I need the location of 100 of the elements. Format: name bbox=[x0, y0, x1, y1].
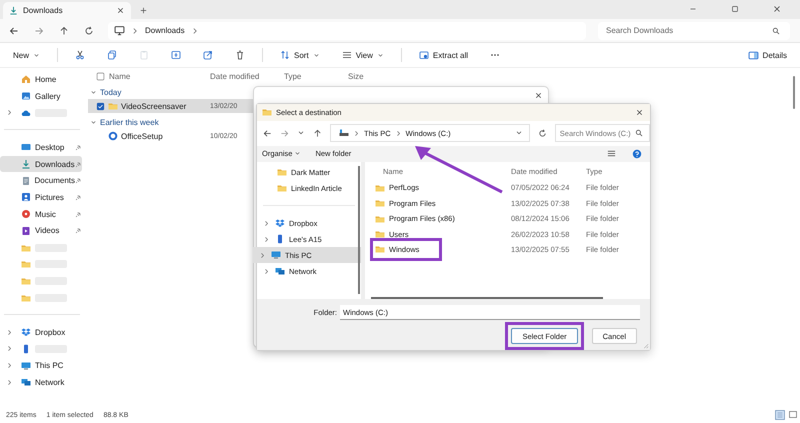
search-icon bbox=[635, 129, 643, 138]
sidebar-item[interactable]: Dropbox bbox=[0, 324, 82, 341]
zip-folder-icon bbox=[418, 50, 429, 60]
chevron-icon[interactable] bbox=[6, 109, 13, 116]
sidebar-item[interactable]: Pictures bbox=[0, 189, 82, 206]
up-arrow-icon[interactable] bbox=[59, 26, 69, 36]
chevron-icon[interactable] bbox=[6, 362, 13, 370]
up-arrow-icon[interactable] bbox=[313, 128, 322, 138]
close-icon[interactable] bbox=[116, 6, 125, 15]
scrollbar-thumb[interactable] bbox=[371, 297, 603, 300]
column-header[interactable]: Type bbox=[284, 72, 302, 80]
pin-icon bbox=[75, 194, 82, 201]
box-icon bbox=[275, 218, 285, 228]
chevron-icon bbox=[190, 26, 199, 34]
column-header[interactable]: Name bbox=[109, 72, 130, 80]
sidebar-item[interactable]: Documents bbox=[0, 172, 82, 190]
dropdown-caret-icon[interactable] bbox=[90, 118, 97, 126]
folder-icon bbox=[375, 198, 385, 208]
sidebar-item[interactable]: Desktop bbox=[0, 139, 82, 156]
network-icon bbox=[275, 266, 285, 276]
sort-icon bbox=[280, 50, 290, 60]
forward-arrow-icon[interactable] bbox=[280, 128, 289, 138]
image-icon bbox=[21, 192, 31, 202]
desktop-icon bbox=[21, 142, 31, 152]
music-icon bbox=[21, 209, 31, 220]
video-icon bbox=[21, 226, 31, 236]
computer-icon bbox=[271, 250, 281, 260]
help-icon[interactable] bbox=[632, 148, 642, 159]
pin-icon bbox=[75, 144, 82, 151]
sidebar-item[interactable]: Music bbox=[0, 206, 82, 222]
chevron-icon[interactable] bbox=[263, 220, 270, 227]
scissors-icon[interactable] bbox=[75, 50, 86, 60]
checkbox-icon[interactable] bbox=[96, 72, 105, 80]
column-header[interactable]: Date modified bbox=[210, 72, 260, 80]
download-icon bbox=[21, 159, 31, 170]
folder-icon bbox=[21, 276, 31, 286]
plus-icon[interactable] bbox=[139, 6, 148, 15]
chevron-icon[interactable] bbox=[259, 252, 266, 259]
chevron-icon[interactable] bbox=[263, 236, 270, 243]
back-arrow-icon[interactable] bbox=[263, 128, 272, 138]
maximize-icon[interactable] bbox=[730, 4, 740, 14]
refresh-icon[interactable] bbox=[84, 26, 94, 36]
scrollbar-thumb[interactable] bbox=[358, 166, 360, 294]
resize-grip-icon[interactable] bbox=[641, 341, 649, 349]
home-icon bbox=[21, 74, 31, 84]
sidebar-item[interactable]: Home bbox=[0, 71, 82, 88]
forward-arrow-icon[interactable] bbox=[34, 26, 44, 36]
close-icon[interactable] bbox=[635, 108, 644, 117]
group-header[interactable]: Today bbox=[100, 88, 122, 96]
chevron-icon bbox=[394, 130, 402, 137]
download-icon bbox=[9, 6, 18, 15]
search-field[interactable]: Search Downloads bbox=[598, 22, 790, 40]
dropdown-caret-icon bbox=[33, 52, 40, 58]
close-icon[interactable] bbox=[534, 91, 543, 100]
dropdown-caret-icon bbox=[294, 150, 302, 158]
address-bar[interactable]: Downloads bbox=[108, 22, 586, 40]
drive-icon bbox=[339, 128, 349, 138]
chevron-icon[interactable] bbox=[6, 345, 13, 352]
folder-icon bbox=[375, 244, 385, 254]
back-arrow-icon[interactable] bbox=[9, 26, 19, 36]
dropdown-caret-icon[interactable] bbox=[90, 88, 97, 96]
checkbox-icon[interactable] bbox=[96, 102, 105, 110]
cloud-icon bbox=[21, 108, 31, 118]
browser-tab[interactable]: Downloads bbox=[3, 2, 131, 19]
pin-icon bbox=[75, 160, 82, 168]
sidebar-item[interactable]: Network bbox=[0, 374, 82, 391]
folder-icon bbox=[375, 214, 385, 224]
pin-icon bbox=[75, 177, 82, 184]
chevron-icon[interactable] bbox=[6, 378, 13, 386]
chevron-icon[interactable] bbox=[263, 268, 270, 275]
view-button[interactable]: View bbox=[336, 45, 389, 65]
chevron-icon bbox=[131, 26, 139, 34]
sidebar-item[interactable]: Downloads bbox=[0, 156, 82, 172]
computer-icon bbox=[114, 25, 125, 36]
group-header[interactable]: Earlier this week bbox=[100, 118, 159, 126]
rename-icon[interactable] bbox=[171, 50, 182, 60]
chevron-icon[interactable] bbox=[6, 328, 13, 336]
close-icon[interactable] bbox=[772, 4, 782, 14]
sidebar-item[interactable]: This PC bbox=[0, 357, 82, 374]
computer-icon bbox=[21, 360, 31, 371]
folder-icon bbox=[21, 292, 31, 303]
list-view-icon[interactable] bbox=[607, 149, 616, 158]
ring-icon bbox=[108, 131, 118, 141]
trash-icon[interactable] bbox=[235, 50, 246, 60]
image-icon bbox=[21, 91, 31, 102]
new-button[interactable]: New bbox=[8, 45, 46, 65]
copy-icon[interactable] bbox=[107, 50, 118, 60]
share-icon[interactable] bbox=[203, 50, 214, 60]
sort-button[interactable]: Sort bbox=[275, 45, 325, 65]
sidebar-item[interactable]: Gallery bbox=[0, 88, 82, 104]
scrollbar-thumb[interactable] bbox=[793, 76, 795, 109]
tiles-view-icon[interactable] bbox=[788, 410, 798, 420]
column-header[interactable]: Size bbox=[348, 72, 364, 80]
details-button[interactable]: Details bbox=[742, 45, 792, 65]
extract-all-button[interactable]: Extract all bbox=[414, 45, 474, 65]
details-pane-icon bbox=[748, 50, 759, 60]
folder-icon bbox=[277, 183, 287, 194]
refresh-icon[interactable] bbox=[538, 128, 547, 138]
sidebar-item[interactable]: Videos bbox=[0, 222, 82, 240]
folder-icon bbox=[262, 107, 272, 118]
